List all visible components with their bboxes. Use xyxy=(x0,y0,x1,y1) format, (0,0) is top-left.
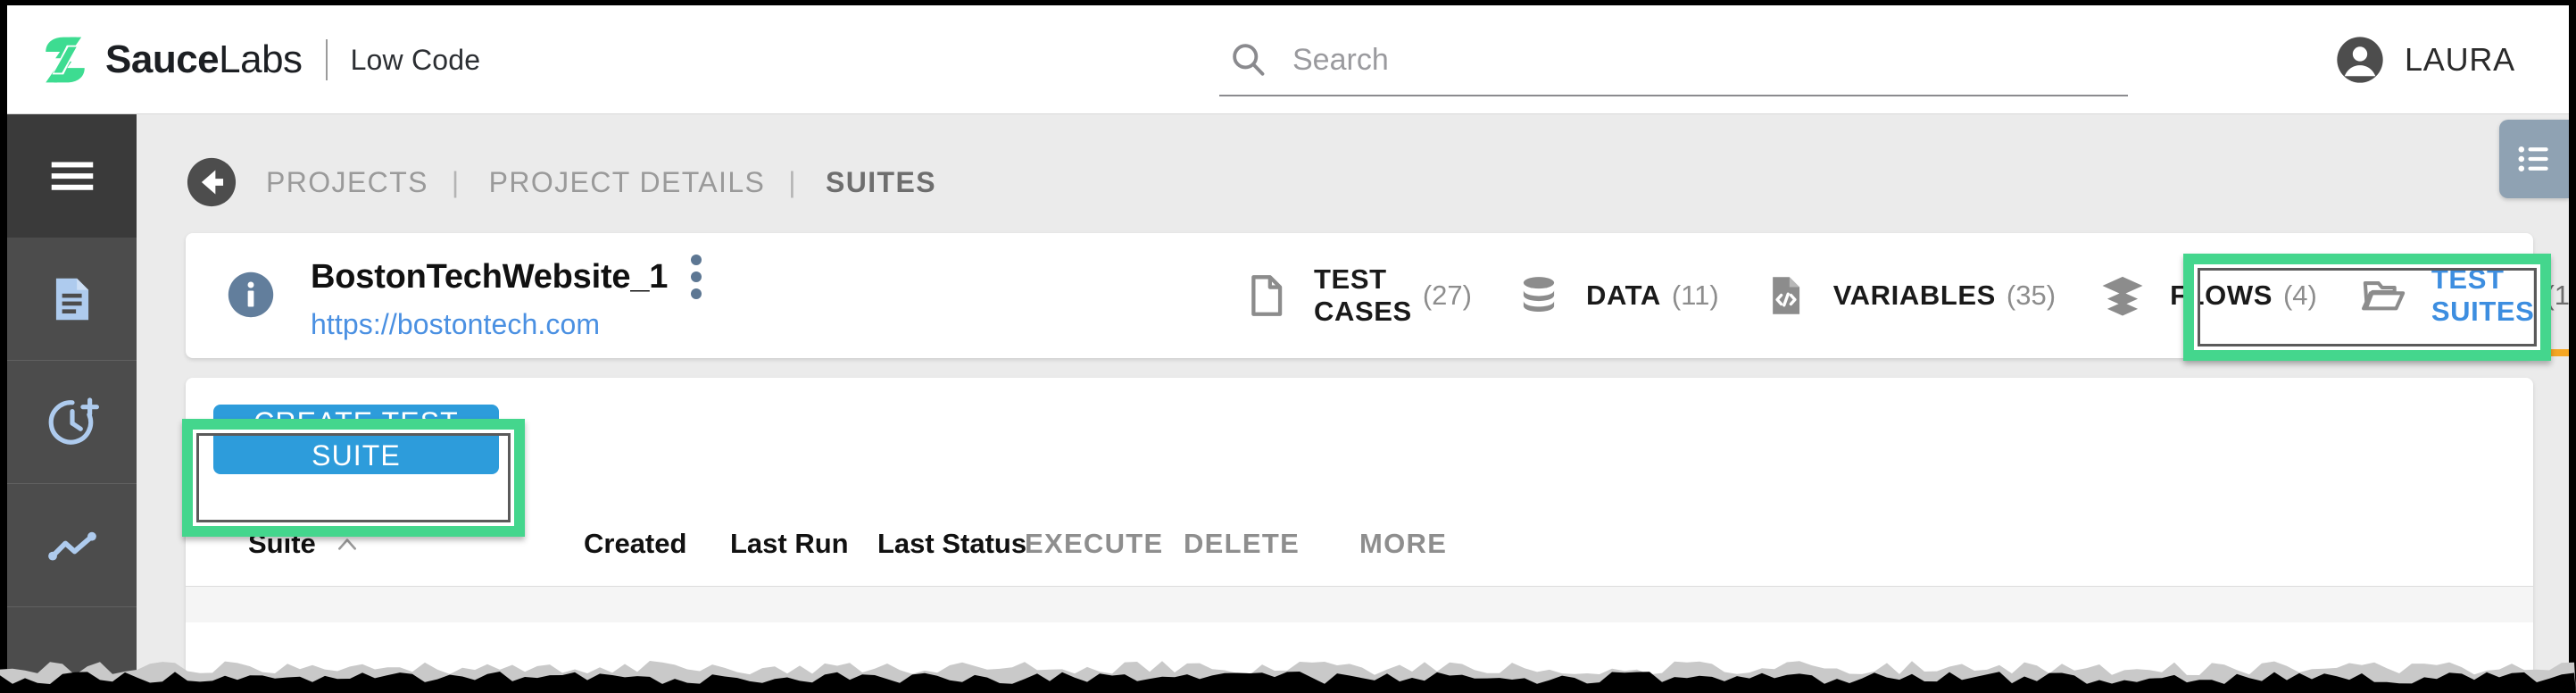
search-icon xyxy=(1233,44,1265,76)
tab-count: (35) xyxy=(2006,280,2057,311)
folder-open-icon xyxy=(2361,281,2406,311)
hamburger-menu-icon xyxy=(51,162,93,190)
tab-count: (11) xyxy=(1671,280,1719,311)
brand-name-secondary: Labs xyxy=(219,38,303,81)
sidebar-item-documents[interactable] xyxy=(7,238,137,361)
column-header-label: EXECUTE xyxy=(1025,528,1164,559)
column-header-created[interactable]: Created xyxy=(584,528,686,560)
account-menu[interactable]: LAURA xyxy=(2335,29,2515,91)
breadcrumb-item-project-details[interactable]: PROJECT DETAILS xyxy=(489,166,766,199)
column-header-label: Suite xyxy=(248,528,316,559)
project-name-row: BostonTechWebsite_1 xyxy=(311,255,703,299)
brand-name-primary: Sauce xyxy=(105,38,220,81)
column-header-delete: DELETE xyxy=(1184,528,1300,560)
tab-test-cases[interactable]: TEST CASES (27) xyxy=(1221,233,1493,358)
document-outline-icon xyxy=(1251,275,1283,316)
sidebar-item-menu[interactable] xyxy=(7,114,137,238)
brand-divider xyxy=(325,39,328,80)
tab-label: DATA xyxy=(1585,280,1661,311)
account-name-label: LAURA xyxy=(2404,41,2515,78)
tab-label: FLOWS xyxy=(2170,280,2273,311)
document-icon xyxy=(55,278,88,320)
sidebar-item-analytics[interactable] xyxy=(7,484,137,607)
column-header-last-run[interactable]: Last Run xyxy=(730,528,849,560)
test-suites-panel: CREATE TEST SUITE Suite Created Last Run… xyxy=(186,378,2533,682)
project-resource-tabs: TEST CASES (27) DATA (11) VARIABLES (35)… xyxy=(1221,233,2569,358)
trend-line-icon xyxy=(47,531,96,561)
tab-label: VARIABLES xyxy=(1832,280,1996,311)
breadcrumb: PROJECTS | PROJECT DETAILS | SUITES xyxy=(186,154,936,210)
column-header-label: MORE xyxy=(1359,528,1448,559)
column-header-suite[interactable]: Suite xyxy=(248,528,359,560)
breadcrumb-item-projects[interactable]: PROJECTS xyxy=(266,166,428,199)
tab-data[interactable]: DATA (11) xyxy=(1493,233,1741,358)
tab-variables[interactable]: VARIABLES (35) xyxy=(1741,233,2077,358)
tab-label: TEST SUITES xyxy=(2431,263,2535,327)
list-icon xyxy=(2518,146,2548,171)
info-icon[interactable] xyxy=(227,271,275,319)
suites-table-body xyxy=(186,587,2533,622)
left-sidebar xyxy=(7,114,137,682)
column-header-more: MORE xyxy=(1359,528,1447,560)
brand-logo-area[interactable]: Sauce Labs Low Code xyxy=(39,29,480,91)
column-header-label: DELETE xyxy=(1184,528,1300,559)
tab-count: (4) xyxy=(2282,280,2317,311)
project-summary-card: BostonTechWebsite_1 https://bostontech.c… xyxy=(186,233,2569,358)
kebab-menu-icon[interactable] xyxy=(691,255,703,299)
suites-table-header: Suite Created Last Run Last Status EXECU… xyxy=(186,503,2533,587)
torn-edge-decoration xyxy=(0,661,2576,693)
column-header-label: Last Status xyxy=(877,528,1027,559)
global-search[interactable] xyxy=(1219,25,2128,96)
column-header-label: Last Run xyxy=(730,528,849,559)
breadcrumb-separator: | xyxy=(451,165,461,198)
breadcrumb-separator: | xyxy=(788,165,797,198)
project-url-link[interactable]: https://bostontech.com xyxy=(311,308,703,341)
back-arrow-icon[interactable] xyxy=(186,156,237,208)
project-text-block: BostonTechWebsite_1 https://bostontech.c… xyxy=(311,255,703,341)
brand-subtitle: Low Code xyxy=(350,43,481,76)
account-avatar-icon xyxy=(2337,37,2383,83)
code-file-icon xyxy=(1772,277,1799,314)
page-title: BostonTechWebsite_1 xyxy=(311,257,669,296)
application-window: Sauce Labs Low Code LAURA xyxy=(7,5,2569,682)
top-navigation-bar: Sauce Labs Low Code LAURA xyxy=(7,5,2569,114)
saucelabs-logo-icon xyxy=(46,37,85,83)
sidebar-item-schedule[interactable] xyxy=(7,361,137,484)
main-content: PROJECTS | PROJECT DETAILS | SUITES Bost… xyxy=(137,114,2569,682)
tab-test-suites[interactable]: TEST SUITES (1) xyxy=(2339,233,2569,358)
active-tab-underline xyxy=(2287,349,2569,356)
search-input[interactable] xyxy=(1292,38,2060,82)
breadcrumb-item-suites[interactable]: SUITES xyxy=(826,166,936,199)
screenshot-root: Sauce Labs Low Code LAURA xyxy=(0,0,2576,693)
column-header-label: Created xyxy=(584,528,687,559)
column-header-last-status[interactable]: Last Status xyxy=(877,528,1026,560)
tab-count: (27) xyxy=(1422,280,1472,311)
tab-flows[interactable]: FLOWS (4) xyxy=(2077,233,2339,358)
sort-ascending-icon xyxy=(337,539,356,550)
tab-count: (1) xyxy=(2545,280,2569,311)
database-icon xyxy=(1523,277,1555,312)
create-test-suite-button[interactable]: CREATE TEST SUITE xyxy=(213,405,499,474)
column-header-execute: EXECUTE xyxy=(1025,528,1164,560)
panel-toggle-button[interactable] xyxy=(2499,120,2569,198)
layers-icon xyxy=(2102,276,2143,316)
clock-plus-icon xyxy=(48,397,99,445)
tab-label: TEST CASES xyxy=(1314,263,1412,327)
project-identity: BostonTechWebsite_1 https://bostontech.c… xyxy=(227,255,703,341)
